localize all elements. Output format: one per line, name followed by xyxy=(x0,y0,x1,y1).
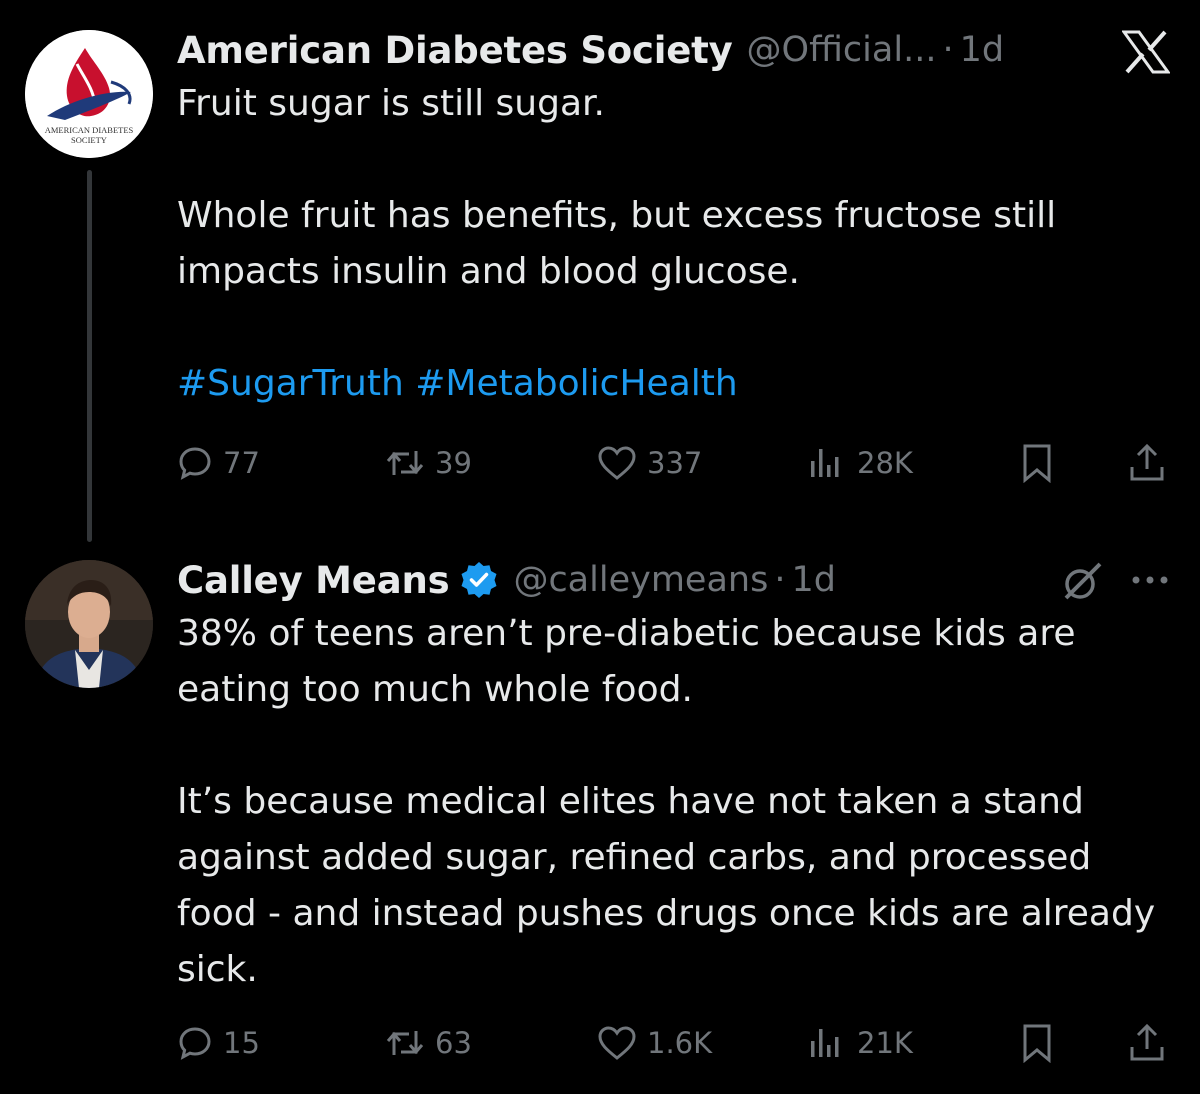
tweet-calley-means[interactable]: Calley Means @calleymeans · 1d 38% of te… xyxy=(0,540,1200,1094)
views-button[interactable]: 21K xyxy=(807,1021,913,1065)
tweet-header: Calley Means @calleymeans · 1d xyxy=(177,554,1160,606)
society-logo-icon: AMERICAN DIABETES SOCIETY xyxy=(25,30,153,158)
reply-button[interactable]: 15 xyxy=(177,1021,260,1065)
reply-count: 77 xyxy=(223,446,260,480)
reply-icon xyxy=(179,1027,211,1060)
author-handle[interactable]: @calleymeans xyxy=(513,560,768,600)
tweet-text: Fruit sugar is still sugar. Whole fruit … xyxy=(177,76,1160,412)
tweet-actions: 15 63 1.6K 21K xyxy=(177,1021,1167,1065)
bookmark-button[interactable] xyxy=(1019,441,1055,485)
views-button[interactable]: 28K xyxy=(807,441,913,485)
author-handle[interactable]: @Official... xyxy=(747,30,937,70)
x-logo-icon[interactable] xyxy=(1121,30,1171,78)
hashtag-link[interactable]: #MetabolicHealth xyxy=(415,363,737,404)
avatar[interactable] xyxy=(25,560,153,688)
reply-count: 15 xyxy=(223,1026,260,1060)
repost-icon xyxy=(386,451,424,475)
tweet-header: American Diabetes Society @Official... ·… xyxy=(177,24,1160,76)
grok-icon[interactable] xyxy=(1060,560,1104,608)
separator-dot: · xyxy=(774,560,786,600)
tweet-paragraph: 38% of teens aren’t pre-diabetic because… xyxy=(177,613,1076,710)
tweet-paragraph: It’s because medical elites have not tak… xyxy=(177,781,1156,990)
share-button[interactable] xyxy=(1127,1021,1167,1065)
like-count: 337 xyxy=(647,446,703,480)
repost-count: 63 xyxy=(435,1026,472,1060)
bookmark-icon xyxy=(1023,1024,1051,1063)
share-icon xyxy=(1130,1023,1164,1061)
tweet-actions: 77 39 337 28K xyxy=(177,441,1167,485)
svg-text:SOCIETY: SOCIETY xyxy=(71,135,107,145)
analytics-icon xyxy=(811,449,839,477)
analytics-icon xyxy=(811,1029,839,1057)
like-button[interactable]: 337 xyxy=(597,441,702,485)
share-button[interactable] xyxy=(1127,441,1167,485)
bookmark-icon xyxy=(1023,444,1051,483)
heart-icon xyxy=(598,446,636,480)
reply-button[interactable]: 77 xyxy=(177,441,260,485)
heart-icon xyxy=(598,1026,636,1060)
share-icon xyxy=(1130,443,1164,481)
timestamp[interactable]: 1d xyxy=(791,560,836,600)
author-name[interactable]: American Diabetes Society xyxy=(177,29,733,72)
repost-count: 39 xyxy=(435,446,472,480)
like-count: 1.6K xyxy=(647,1026,713,1060)
reply-icon xyxy=(179,447,211,480)
like-button[interactable]: 1.6K xyxy=(597,1021,712,1065)
more-icon[interactable] xyxy=(1128,570,1172,594)
timestamp[interactable]: 1d xyxy=(960,30,1005,70)
tweet-paragraph: Whole fruit has benefits, but excess fru… xyxy=(177,195,1057,292)
bookmark-button[interactable] xyxy=(1019,1021,1055,1065)
tweet-paragraph: Fruit sugar is still sugar. xyxy=(177,83,605,124)
author-name[interactable]: Calley Means xyxy=(177,559,450,602)
view-count: 21K xyxy=(857,1026,913,1060)
hashtag-line: #SugarTruth #MetabolicHealth xyxy=(177,356,1160,412)
separator-dot: · xyxy=(942,30,954,70)
tweet-text: 38% of teens aren’t pre-diabetic because… xyxy=(177,606,1160,998)
verified-badge-icon xyxy=(459,560,499,600)
avatar[interactable]: AMERICAN DIABETES SOCIETY xyxy=(25,30,153,158)
view-count: 28K xyxy=(857,446,913,480)
profile-photo-icon xyxy=(25,560,153,688)
repost-button[interactable]: 63 xyxy=(385,1021,472,1065)
tweet-american-diabetes-society[interactable]: AMERICAN DIABETES SOCIETY American Diabe… xyxy=(0,0,1200,520)
svg-text:AMERICAN DIABETES: AMERICAN DIABETES xyxy=(45,125,134,135)
repost-button[interactable]: 39 xyxy=(385,441,472,485)
repost-icon xyxy=(386,1031,424,1055)
hashtag-link[interactable]: #SugarTruth xyxy=(177,363,404,404)
